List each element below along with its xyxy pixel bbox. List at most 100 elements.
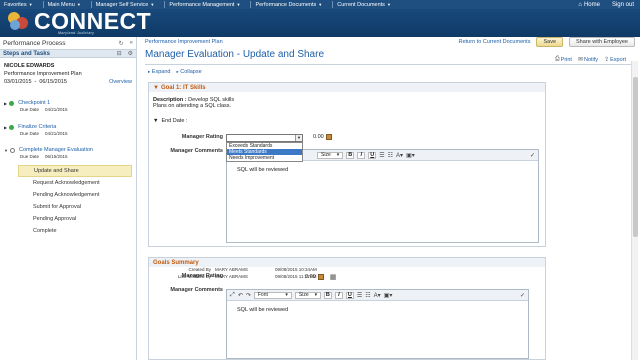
employee-info: NICOLE EDWARDS Performance Improvement P… bbox=[0, 58, 136, 85]
notify-icon: ✉ bbox=[577, 57, 583, 63]
manager-comments-label: Manager Comments bbox=[170, 148, 223, 154]
chevron-down-icon: ▾ bbox=[314, 292, 318, 298]
spell-check-icon[interactable]: ✓ bbox=[530, 152, 535, 159]
export-icon: ⇪ bbox=[604, 57, 610, 63]
calculator-icon[interactable] bbox=[317, 274, 324, 280]
gear-icon[interactable]: ⚙ bbox=[128, 50, 133, 57]
overview-link[interactable]: Overview bbox=[109, 79, 132, 85]
nav-performance-documents[interactable]: Performance Documents ▼ bbox=[251, 2, 332, 8]
collapse-panel-icon[interactable]: « bbox=[130, 40, 133, 47]
size-select[interactable]: Size ▾ bbox=[294, 291, 321, 299]
manager-comments-editor[interactable]: Size ▾ B I U ☰ ☷ A▾ ▣▾ ✓ SQL will be revi… bbox=[226, 149, 539, 243]
substep-complete[interactable]: Complete bbox=[18, 225, 132, 237]
employee-name: NICOLE EDWARDS bbox=[4, 63, 55, 69]
table-icon[interactable]: ▦ bbox=[330, 273, 337, 281]
maximize-icon[interactable]: ⤢ bbox=[230, 292, 235, 299]
check-complete-icon bbox=[9, 100, 15, 106]
redo-icon[interactable]: ↷ bbox=[246, 292, 251, 299]
undo-icon[interactable]: ↶ bbox=[238, 292, 243, 299]
chevron-down-icon[interactable]: ▼ bbox=[295, 135, 302, 141]
vertical-scrollbar[interactable] bbox=[631, 61, 638, 360]
nav-performance-management[interactable]: Performance Management ▼ bbox=[165, 2, 250, 8]
step-checkpoint-1[interactable]: ▶ Checkpoint 1 Due Date 04/21/2015 bbox=[4, 100, 68, 112]
rating-options-list[interactable]: Exceeds Standards Meets Standards Needs … bbox=[226, 142, 303, 162]
comment-text[interactable]: SQL will be reviewed bbox=[227, 161, 538, 179]
step-complete-manager-evaluation[interactable]: ▼ Complete Manager Evaluation Due Date 06/… bbox=[4, 147, 93, 159]
logo-wordmark: CONNECT bbox=[34, 8, 152, 34]
expand-link[interactable]: ▸ Expand bbox=[148, 69, 170, 75]
summary-comment-text[interactable]: SQL will be reviewed bbox=[227, 301, 528, 319]
summary-manager-comments-label: Manager Comments bbox=[170, 287, 223, 293]
chevron-down-icon: ▼ bbox=[28, 1, 33, 7]
rating-option[interactable]: Needs Improvement bbox=[227, 155, 302, 161]
performance-process-header: Performance Process ↻ « bbox=[3, 39, 133, 47]
numbered-list-icon[interactable]: ☰ bbox=[379, 152, 384, 159]
return-to-current-documents-link[interactable]: Return to Current Documents bbox=[459, 39, 531, 45]
goal-header[interactable]: ▼ Goal 1: IT Skills bbox=[149, 83, 545, 92]
collapse-triangle-icon[interactable]: ▼ bbox=[153, 85, 159, 91]
manager-rating-label: Manager Rating bbox=[181, 134, 223, 140]
chevron-down-icon: ▾ bbox=[336, 152, 340, 158]
expand-triangle-icon[interactable]: ▶ bbox=[4, 101, 7, 106]
home-link[interactable]: ⌂ Home bbox=[572, 2, 606, 8]
spell-check-icon[interactable]: ✓ bbox=[520, 292, 525, 299]
page-title: Manager Evaluation - Update and Share bbox=[145, 49, 325, 60]
plan-name: Performance Improvement Plan bbox=[4, 71, 82, 77]
nav-manager-self-service[interactable]: Manager Self Service ▼ bbox=[92, 2, 165, 8]
numbered-list-icon[interactable]: ☰ bbox=[357, 292, 362, 299]
manager-rating-select[interactable]: ▼ bbox=[226, 134, 303, 142]
breadcrumb-row: Performance Improvement Plan Return to C… bbox=[140, 37, 640, 47]
substep-pending-acknowledgement[interactable]: Pending Acknowledgement bbox=[18, 189, 132, 201]
goals-summary-header: Goals Summary bbox=[149, 258, 545, 267]
print-link[interactable]: ⎙ Print bbox=[555, 56, 572, 63]
chevron-down-icon: ▼ bbox=[150, 1, 155, 7]
substep-request-acknowledgement[interactable]: Request Acknowledgement bbox=[18, 177, 132, 189]
nav-favorites[interactable]: Favorites ▼ bbox=[0, 2, 43, 8]
bold-button[interactable]: B bbox=[346, 151, 355, 159]
refresh-icon[interactable]: ↻ bbox=[119, 40, 124, 47]
summary-comments-editor[interactable]: ⤢ ↶ ↷ Font ▾ Size ▾ B I U ☰ ☷ A▾ ▣▾ ✓ SQL … bbox=[226, 289, 529, 359]
italic-button[interactable]: I bbox=[357, 151, 366, 159]
check-complete-icon bbox=[9, 124, 15, 130]
notify-link[interactable]: ✉ Notify bbox=[577, 56, 598, 64]
expand-triangle-icon[interactable]: ▶ bbox=[4, 125, 7, 130]
nav-current-documents[interactable]: Current Documents ▼ bbox=[333, 2, 401, 8]
size-select[interactable]: Size ▾ bbox=[317, 151, 344, 159]
scrollbar-thumb[interactable] bbox=[633, 77, 638, 237]
chevron-down-icon: ▼ bbox=[318, 1, 323, 7]
end-date-toggle[interactable]: ▼ End Date : bbox=[153, 118, 187, 124]
page-actions: ⎙ Print ✉ Notify ⇪ Export bbox=[555, 56, 626, 63]
export-link[interactable]: ⇪ Export bbox=[604, 56, 626, 64]
underline-button[interactable]: U bbox=[345, 291, 354, 299]
collapse-triangle-icon[interactable]: ▼ bbox=[4, 148, 8, 153]
background-color-icon[interactable]: ▣▾ bbox=[384, 292, 393, 299]
share-with-employee-button[interactable]: Share with Employee bbox=[569, 37, 635, 47]
collapse-link[interactable]: ▸ Collapse bbox=[176, 69, 201, 75]
sign-out-link[interactable]: Sign out bbox=[606, 2, 640, 8]
left-panel: Performance Process ↻ « Steps and Tasks ⊟… bbox=[0, 37, 137, 360]
italic-button[interactable]: I bbox=[334, 291, 343, 299]
underline-button[interactable]: U bbox=[368, 151, 377, 159]
bulleted-list-icon[interactable]: ☷ bbox=[365, 292, 370, 299]
chevron-down-icon: ▼ bbox=[236, 1, 241, 7]
summary-manager-rating-label: Manager Rating bbox=[181, 273, 223, 279]
substep-submit-for-approval[interactable]: Submit for Approval bbox=[18, 201, 132, 213]
app-header: CONNECT Maryland Judiciary bbox=[0, 9, 640, 37]
background-color-icon[interactable]: ▣▾ bbox=[406, 152, 415, 159]
font-color-icon[interactable]: A▾ bbox=[396, 152, 403, 159]
nav-main-menu[interactable]: Main Menu ▼ bbox=[44, 2, 91, 8]
step-finalize-criteria[interactable]: ▶ Finalize Criteria Due Date 04/21/2015 bbox=[4, 124, 68, 136]
expand-all-icon[interactable]: ⊟ bbox=[117, 50, 122, 57]
font-color-icon[interactable]: A▾ bbox=[374, 292, 381, 299]
substep-update-and-share[interactable]: Update and Share bbox=[18, 165, 132, 177]
bulleted-list-icon[interactable]: ☷ bbox=[388, 152, 393, 159]
save-button[interactable]: Save bbox=[536, 37, 564, 47]
font-select[interactable]: Font ▾ bbox=[253, 291, 292, 299]
date-range: 03/01/2015 - 06/15/2015 Overview bbox=[4, 79, 132, 85]
calculator-icon[interactable] bbox=[325, 134, 332, 140]
main-content: Performance Improvement Plan Return to C… bbox=[140, 37, 640, 360]
bold-button[interactable]: B bbox=[323, 291, 332, 299]
home-icon: ⌂ bbox=[578, 1, 582, 8]
connect-logo: CONNECT bbox=[6, 8, 152, 34]
substep-pending-approval[interactable]: Pending Approval bbox=[18, 213, 132, 225]
